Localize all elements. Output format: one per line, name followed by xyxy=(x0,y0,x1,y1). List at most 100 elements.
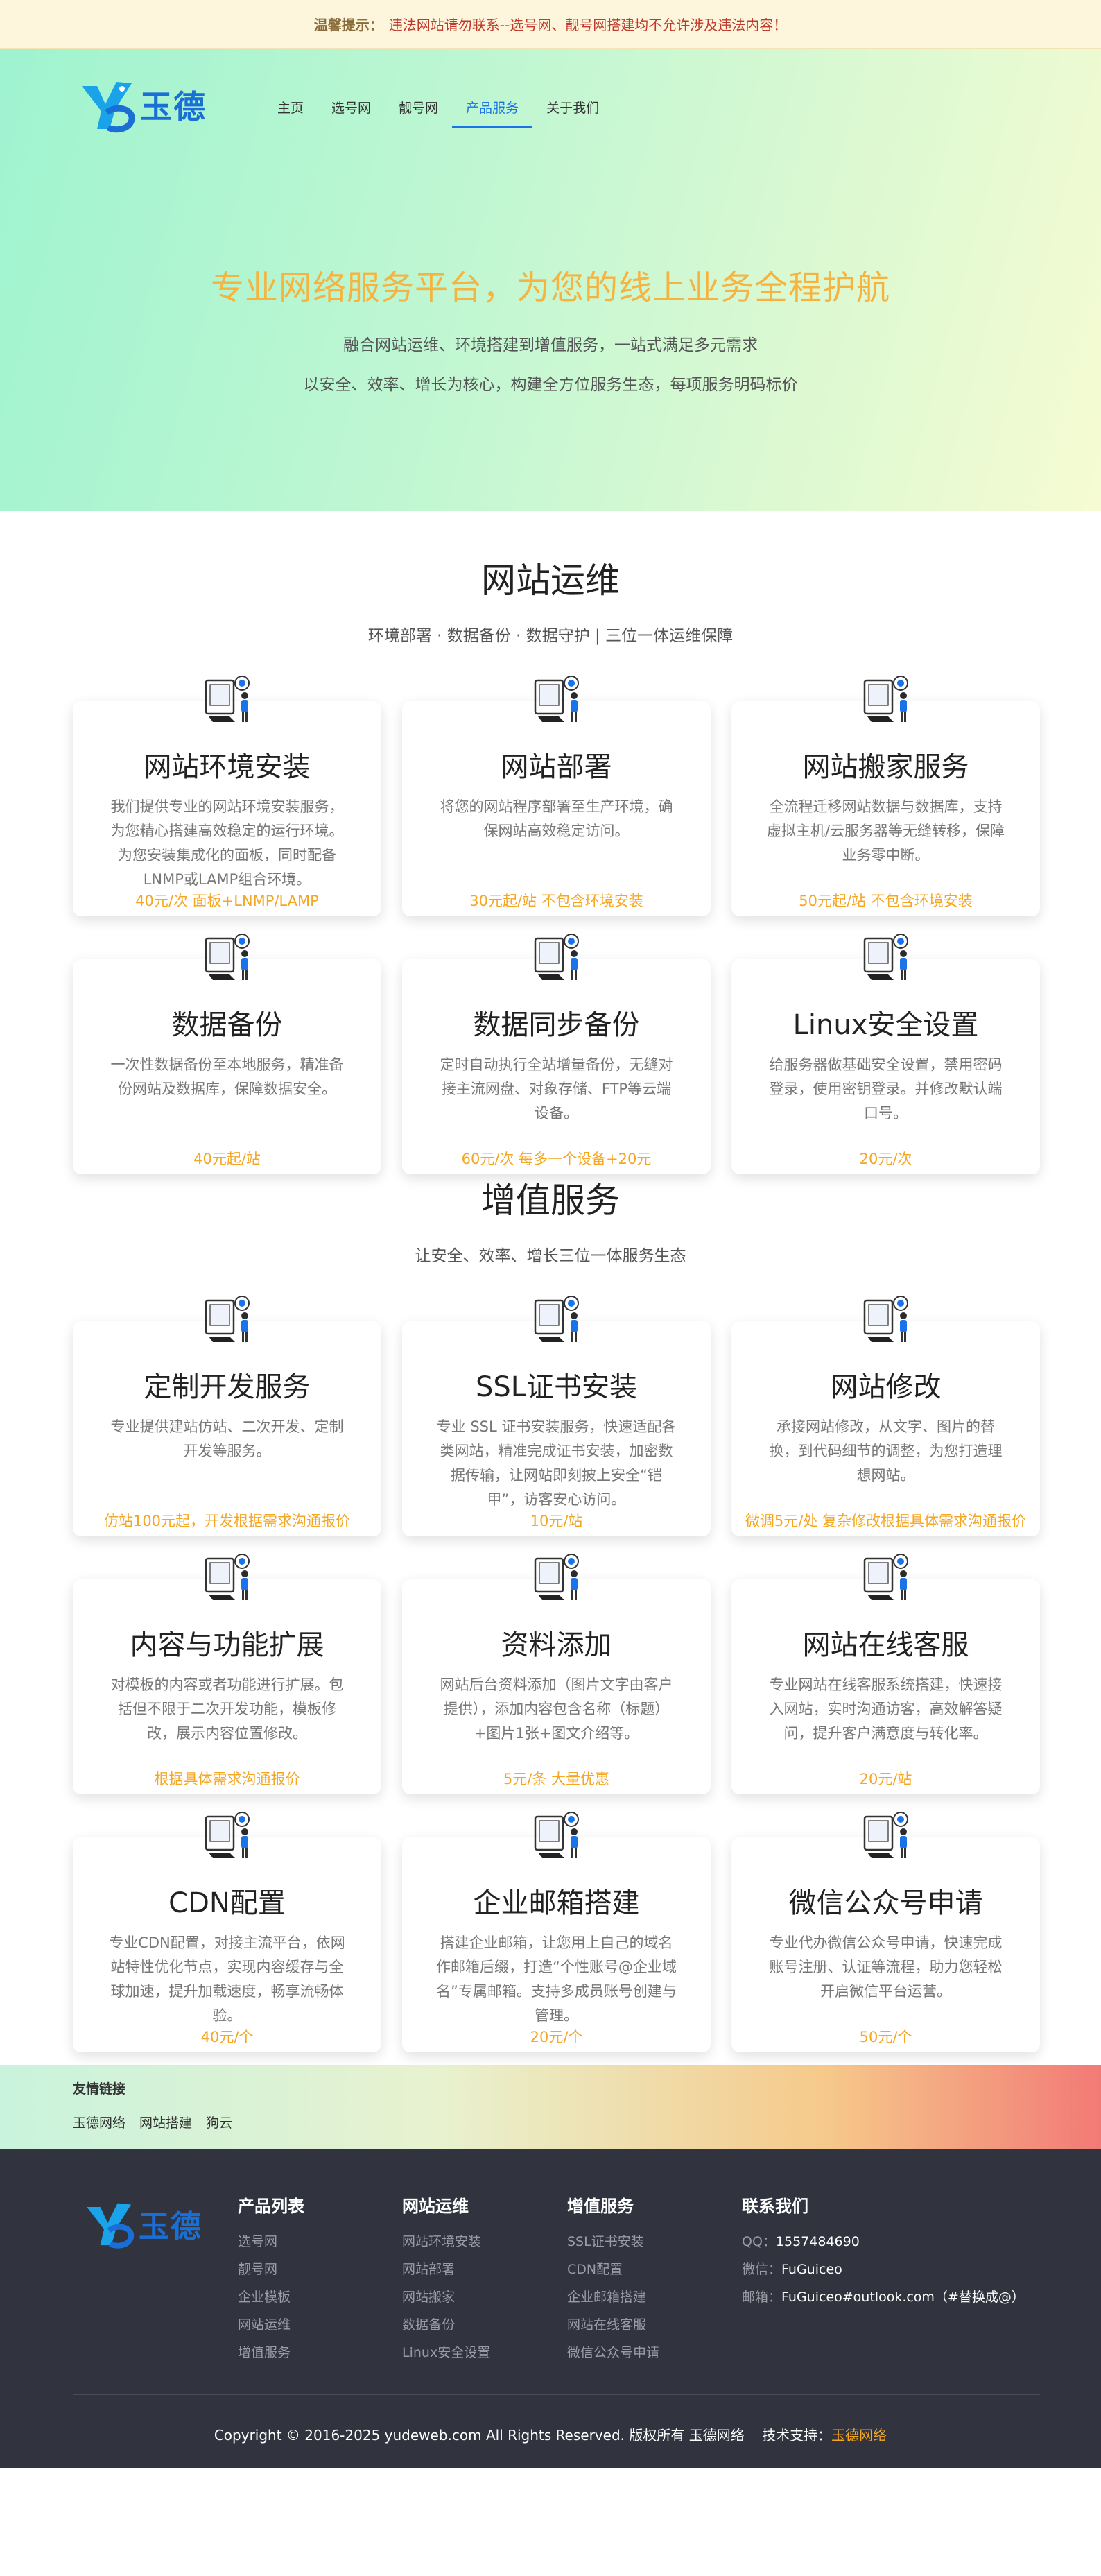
footer-link[interactable]: 网站搬家 xyxy=(402,2283,490,2311)
service-price: 50元起/站 不包含环境安装 xyxy=(799,893,973,909)
vas-subtitle: 让安全、效率、增长三位一体服务生态 xyxy=(415,1247,686,1265)
vas-title: 增值服务 xyxy=(481,1180,620,1221)
service-price: 40元/个 xyxy=(200,2029,254,2045)
footer-link[interactable]: CDN配置 xyxy=(567,2256,659,2283)
service-price: 40元起/站 xyxy=(193,1151,261,1167)
notice-text: 违法网站请勿联系--选号网、靓号网搭建均不允许涉及违法内容！ xyxy=(388,17,788,33)
service-card[interactable]: SSL证书安装 专业 SSL 证书安装服务，快速适配各类网站，精准完成证书安装，加… xyxy=(402,1296,711,1536)
service-card[interactable]: 网站部署 将您的网站程序部署至生产环境，确保网站高效稳定访问。 30元起/站 不包含… xyxy=(402,676,711,916)
service-title: 企业邮箱搭建 xyxy=(473,1887,640,1919)
service-title: 网站环境安装 xyxy=(144,751,311,783)
copyright-text: Copyright © 2016-2025 yudeweb.com All Ri… xyxy=(214,2427,745,2444)
service-price: 50元/个 xyxy=(859,2029,912,2045)
main-menu: 主页 选号网 靓号网 产品服务 关于我们 xyxy=(263,83,613,128)
service-title: 网站在线客服 xyxy=(802,1629,969,1661)
logo-text: 玉德 xyxy=(140,88,207,126)
service-title: 资料添加 xyxy=(501,1629,612,1661)
footer-link[interactable]: SSL证书安装 xyxy=(567,2228,659,2256)
friend-links-list: 玉德网络 网站搭建 狗云 xyxy=(73,2113,1101,2131)
contact-wechat-value[interactable]: FuGuiceo xyxy=(781,2262,842,2277)
service-title: 微信公众号申请 xyxy=(788,1887,983,1919)
contact-email-value[interactable]: FuGuiceo#outlook.com（#替换成@） xyxy=(781,2290,1025,2305)
footer-link[interactable]: 微信公众号申请 xyxy=(567,2339,659,2367)
service-card[interactable]: 网站搬家服务全流程迁移网站数据与数据库，支持虚拟主机/云服务器等无缝转移，保障业… xyxy=(731,676,1040,916)
service-card[interactable]: 定制开发服务 专业提供建站仿站、二次开发、定制开发等服务。 仿站100元起，开发根据… xyxy=(73,1296,381,1536)
service-card[interactable]: 内容与功能扩展 对模板的内容或者功能进行扩展。包括但不限于二次开发功能，模板修改，… xyxy=(73,1554,381,1794)
server-person-icon xyxy=(534,1812,579,1858)
service-price: 20元/个 xyxy=(530,2029,583,2045)
service-title: CDN配置 xyxy=(168,1887,286,1919)
service-card[interactable]: Linux安全设置 给服务器做基础安全设置，禁用密码登录，使用密钥登录。并修改默认… xyxy=(731,934,1040,1174)
server-person-icon xyxy=(534,934,579,980)
contact-email-label: 邮箱： xyxy=(742,2290,782,2305)
service-description: 我们提供专业的网站环境安装服务，为您精心搭建高效稳定的运行环境。为您安装集成化的… xyxy=(110,798,344,888)
service-card[interactable]: 网站环境安装我们提供专业的网站环境安装服务，为您精心搭建高效稳定的运行环境。为您… xyxy=(73,676,381,916)
footer-link[interactable]: Linux安全设置 xyxy=(402,2339,490,2367)
service-title: 网站搬家服务 xyxy=(802,751,969,783)
service-title: 网站修改 xyxy=(830,1371,942,1403)
service-description: 对模板的内容或者功能进行扩展。包括但不限于二次开发功能，模板修改，展示内容位置修… xyxy=(110,1676,344,1742)
copyright: Copyright © 2016-2025 yudeweb.com All Ri… xyxy=(0,2424,1101,2444)
service-price: 根据具体需求沟通报价 xyxy=(154,1771,300,1787)
footer-link[interactable]: 选号网 xyxy=(238,2228,304,2256)
footer-link[interactable]: 企业邮箱搭建 xyxy=(567,2283,659,2311)
logo[interactable]: 玉德 xyxy=(76,76,250,133)
menu-home[interactable]: 主页 xyxy=(263,83,318,128)
server-person-icon xyxy=(534,1296,579,1342)
menu-products[interactable]: 产品服务 xyxy=(452,83,533,128)
friend-link[interactable]: 狗云 xyxy=(206,2113,232,2131)
vas-section: 增值服务 让安全、效率、增长三位一体服务生态 定制开发服务 专业提供建站仿站、二次… xyxy=(0,1173,1101,2065)
service-description: 全流程迁移网站数据与数据库，支持虚拟主机/云服务器等无缝转移，保障业务零中断。 xyxy=(766,798,1005,864)
footer-link[interactable]: 网站部署 xyxy=(402,2256,490,2283)
menu-number-site[interactable]: 选号网 xyxy=(318,83,385,128)
footer-link[interactable]: 增值服务 xyxy=(238,2339,304,2367)
contact-email: 邮箱：FuGuiceo#outlook.com（#替换成@） xyxy=(742,2283,1025,2311)
friend-links-title: 友情链接 xyxy=(73,2081,126,2097)
contact-qq: QQ：1557484690 xyxy=(742,2228,1025,2256)
footer-col-title: 产品列表 xyxy=(238,2197,304,2216)
friend-link[interactable]: 玉德网络 xyxy=(73,2113,125,2131)
server-person-icon xyxy=(863,1554,908,1600)
service-card[interactable]: 数据备份 一次性数据备份至本地服务，精准备份网站及数据库，保障数据安全。 40元起/… xyxy=(73,934,381,1174)
service-title: SSL证书安装 xyxy=(475,1371,638,1403)
service-price: 10元/站 xyxy=(530,1513,583,1529)
contact-qq-value[interactable]: 1557484690 xyxy=(776,2234,860,2249)
service-price: 仿站100元起，开发根据需求沟通报价 xyxy=(103,1513,351,1529)
support-link[interactable]: 玉德网络 xyxy=(831,2427,887,2444)
service-card[interactable]: 网站在线客服专业网站在线客服系统搭建，快速接入网站，实时沟通访客，高效解答疑问，… xyxy=(731,1554,1040,1794)
footer-link[interactable]: 数据备份 xyxy=(402,2311,490,2339)
service-price: 30元起/站 不包含环境安装 xyxy=(469,893,643,909)
service-title: 网站部署 xyxy=(501,751,612,783)
service-price: 微调5元/处 复杂修改根据具体需求沟通报价 xyxy=(745,1513,1027,1529)
dragon-logo-icon xyxy=(82,82,135,133)
server-person-icon xyxy=(863,934,908,980)
footer-link[interactable]: 企业模板 xyxy=(238,2283,304,2311)
service-description: 一次性数据备份至本地服务，精准备份网站及数据库，保障数据安全。 xyxy=(110,1056,344,1097)
menu-about[interactable]: 关于我们 xyxy=(532,83,613,128)
server-person-icon xyxy=(534,676,579,722)
service-title: 数据同步备份 xyxy=(473,1009,640,1041)
service-card[interactable]: 网站修改 承接网站修改，从文字、图片的替换，到代码细节的调整，为您打造理想网站。微… xyxy=(731,1296,1040,1536)
footer-col-title: 联系我们 xyxy=(742,2197,808,2216)
footer-link[interactable]: 网站在线客服 xyxy=(567,2311,659,2339)
menu-premium-number-site[interactable]: 靓号网 xyxy=(385,83,452,128)
service-card[interactable]: CDN配置 专业CDN配置，对接主流平台，依网站特性优化节点，实现内容缓存与全球加… xyxy=(73,1812,381,2052)
service-price: 20元/站 xyxy=(859,1771,912,1787)
service-description: 专业网站在线客服系统搭建，快速接入网站，实时沟通访客，高效解答疑问，提升客户满意… xyxy=(769,1676,1003,1742)
service-card[interactable]: 微信公众号申请 专业代办微信公众号申请，快速完成账号注册、认证等流程，助力您轻松开… xyxy=(731,1812,1040,2052)
footer-link[interactable]: 网站运维 xyxy=(238,2311,304,2339)
service-price: 5元/条 大量优惠 xyxy=(503,1771,610,1787)
footer-logo[interactable]: 玉德 xyxy=(82,2198,202,2249)
service-card[interactable]: 数据同步备份 定时自动执行全站增量备份，无缝对接主流网盘、对象存储、FTP等云端设… xyxy=(402,934,711,1174)
footer-link[interactable]: 靓号网 xyxy=(238,2256,304,2283)
service-card[interactable]: 资料添加 网站后台资料添加（图片文字由客户提供），添加内容包含名称（标题）+图片1… xyxy=(402,1554,711,1794)
footer-col-vas: 增值服务 SSL证书安装 CDN配置 企业邮箱搭建 网站在线客服 微信公众号申请 xyxy=(567,2192,659,2367)
hero-title: 专业网络服务平台，为您的线上业务全程护航 xyxy=(210,268,890,307)
service-card[interactable]: 企业邮箱搭建 搭建企业邮箱，让您用上自己的域名作邮箱后缀，打造“个性账号@企业域名… xyxy=(402,1812,711,2052)
server-person-icon xyxy=(205,676,250,722)
contact-qq-label: QQ： xyxy=(742,2234,776,2249)
footer-col-products: 产品列表 选号网 靓号网 企业模板 网站运维 增值服务 xyxy=(238,2192,304,2367)
top-nav: 玉德 主页 选号网 靓号网 产品服务 关于我们 xyxy=(76,76,613,133)
footer-link[interactable]: 网站环境安装 xyxy=(402,2228,490,2256)
friend-link[interactable]: 网站搭建 xyxy=(139,2113,192,2131)
